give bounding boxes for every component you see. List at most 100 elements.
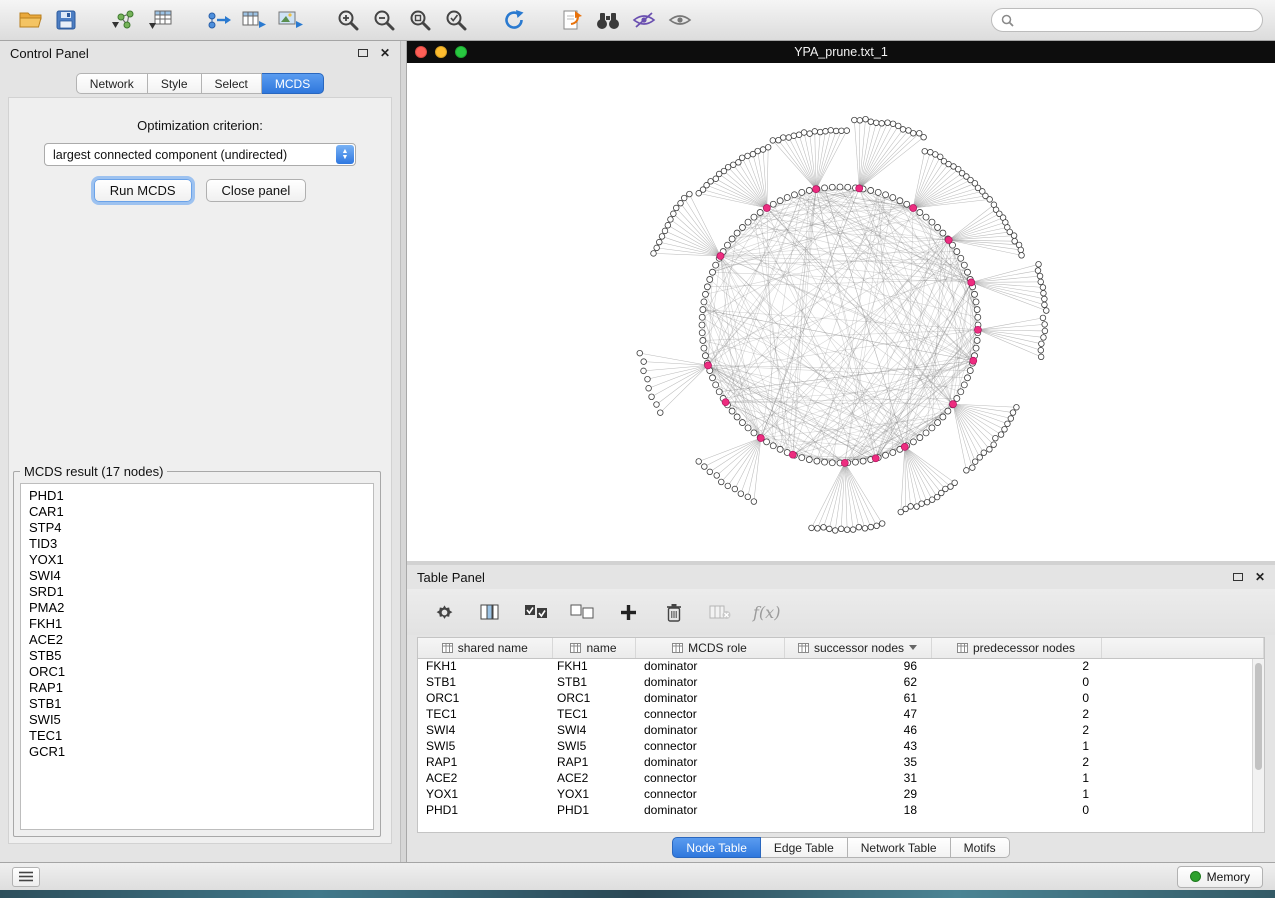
run-mcds-button[interactable]: Run MCDS xyxy=(94,179,192,202)
share-document-button[interactable] xyxy=(554,4,590,36)
zoom-out-button[interactable] xyxy=(366,4,402,36)
scrollbar-thumb[interactable] xyxy=(1255,663,1262,770)
close-panel-button[interactable]: Close panel xyxy=(206,179,307,202)
tab-motifs[interactable]: Motifs xyxy=(951,837,1010,858)
mcds-result-item[interactable]: ACE2 xyxy=(21,632,373,648)
tab-select[interactable]: Select xyxy=(202,73,262,94)
table-row[interactable]: SWI4SWI4dominator462 xyxy=(418,722,1264,738)
column-type-icon xyxy=(672,643,683,653)
tab-edge-table[interactable]: Edge Table xyxy=(761,837,848,858)
global-search-box[interactable] xyxy=(991,8,1263,32)
network-window-titlebar[interactable]: YPA_prune.txt_1 xyxy=(407,41,1275,63)
close-table-panel-icon[interactable]: ✕ xyxy=(1255,572,1265,582)
optimization-criterion-select[interactable]: largest connected component (undirected)… xyxy=(44,143,356,166)
export-table-icon xyxy=(241,9,267,31)
column-header-shared-name[interactable]: shared name xyxy=(418,638,552,658)
zoom-fit-button[interactable] xyxy=(402,4,438,36)
mcds-result-item[interactable]: ORC1 xyxy=(21,664,373,680)
export-network-icon xyxy=(205,9,231,31)
mcds-result-item[interactable]: CAR1 xyxy=(21,504,373,520)
close-panel-icon[interactable]: ✕ xyxy=(380,48,390,58)
mcds-result-title: MCDS result (17 nodes) xyxy=(20,464,167,479)
select-all-button[interactable] xyxy=(523,599,549,625)
gear-icon xyxy=(435,603,454,622)
clear-table-button[interactable] xyxy=(707,599,733,625)
mcds-result-item[interactable]: SWI4 xyxy=(21,568,373,584)
column-header-name[interactable]: name xyxy=(552,638,635,658)
sort-menu-icon[interactable] xyxy=(909,645,917,650)
import-table-button[interactable] xyxy=(142,4,178,36)
zoom-selected-icon xyxy=(445,9,467,31)
export-image-button[interactable] xyxy=(272,4,308,36)
table-row[interactable]: FKH1FKH1dominator962 xyxy=(418,658,1264,674)
table-row[interactable]: STB1STB1dominator620 xyxy=(418,674,1264,690)
float-panel-icon[interactable] xyxy=(358,49,368,57)
tab-style[interactable]: Style xyxy=(148,73,202,94)
table-row[interactable]: SWI5SWI5connector431 xyxy=(418,738,1264,754)
create-column-button[interactable] xyxy=(615,599,641,625)
mcds-result-item[interactable]: GCR1 xyxy=(21,744,373,760)
show-column-button[interactable] xyxy=(477,599,503,625)
zoom-selected-button[interactable] xyxy=(438,4,474,36)
memory-button[interactable]: Memory xyxy=(1177,866,1263,888)
table-row[interactable]: PHD1PHD1dominator180 xyxy=(418,802,1264,818)
memory-status-icon xyxy=(1190,871,1201,882)
table-row[interactable]: RAP1RAP1dominator352 xyxy=(418,754,1264,770)
network-window-title: YPA_prune.txt_1 xyxy=(407,45,1275,59)
show-all-button[interactable] xyxy=(662,4,698,36)
mcds-result-item[interactable]: STB5 xyxy=(21,648,373,664)
table-row[interactable]: YOX1YOX1connector291 xyxy=(418,786,1264,802)
mcds-result-item[interactable]: PHD1 xyxy=(21,488,373,504)
network-canvas[interactable] xyxy=(407,63,1275,561)
plus-icon xyxy=(620,604,637,621)
mcds-result-item[interactable]: STP4 xyxy=(21,520,373,536)
import-network-button[interactable] xyxy=(106,4,142,36)
mcds-result-item[interactable]: RAP1 xyxy=(21,680,373,696)
mcds-result-item[interactable]: SWI5 xyxy=(21,712,373,728)
refresh-view-button[interactable] xyxy=(496,4,532,36)
column-header-predecessor-nodes[interactable]: predecessor nodes xyxy=(931,638,1101,658)
eye-icon xyxy=(668,12,692,29)
mcds-result-item[interactable]: PMA2 xyxy=(21,600,373,616)
table-header-row: shared namenameMCDS rolesuccessor nodesp… xyxy=(418,638,1264,658)
mcds-result-item[interactable]: FKH1 xyxy=(21,616,373,632)
open-session-button[interactable] xyxy=(12,4,48,36)
table-row[interactable]: ACE2ACE2connector311 xyxy=(418,770,1264,786)
column-settings-button[interactable] xyxy=(431,599,457,625)
table-row[interactable]: TEC1TEC1connector472 xyxy=(418,706,1264,722)
hide-selected-button[interactable] xyxy=(626,4,662,36)
panel-menu-button[interactable] xyxy=(12,867,40,887)
trash-icon xyxy=(666,603,682,622)
table-panel: Table Panel ✕ xyxy=(407,565,1275,862)
mcds-result-list[interactable]: PHD1CAR1STP4TID3YOX1SWI4SRD1PMA2FKH1ACE2… xyxy=(20,483,374,830)
tab-mcds[interactable]: MCDS xyxy=(262,73,324,94)
export-network-button[interactable] xyxy=(200,4,236,36)
function-builder-button[interactable]: f(x) xyxy=(753,603,780,622)
search-input[interactable] xyxy=(1020,13,1253,27)
vertical-splitter[interactable] xyxy=(400,41,407,862)
desktop-background xyxy=(0,890,1275,898)
table-scrollbar[interactable] xyxy=(1252,659,1264,832)
save-session-button[interactable] xyxy=(48,4,84,36)
zoom-in-button[interactable] xyxy=(330,4,366,36)
export-table-button[interactable] xyxy=(236,4,272,36)
column-header-MCDS-role[interactable]: MCDS role xyxy=(635,638,784,658)
delete-column-button[interactable] xyxy=(661,599,687,625)
mcds-result-item[interactable]: STB1 xyxy=(21,696,373,712)
mcds-result-item[interactable]: TEC1 xyxy=(21,728,373,744)
search-network-button[interactable] xyxy=(590,4,626,36)
share-document-icon xyxy=(562,9,583,31)
mcds-result-item[interactable]: TID3 xyxy=(21,536,373,552)
column-header-successor-nodes[interactable]: successor nodes xyxy=(784,638,931,658)
control-panel-titlebar: Control Panel ✕ xyxy=(0,41,400,65)
table-body: FKH1FKH1dominator962STB1STB1dominator620… xyxy=(418,658,1264,818)
tab-node-table[interactable]: Node Table xyxy=(672,837,761,858)
float-table-panel-icon[interactable] xyxy=(1233,573,1243,581)
tab-network[interactable]: Network xyxy=(76,73,148,94)
deselect-all-button[interactable] xyxy=(569,599,595,625)
mcds-result-item[interactable]: SRD1 xyxy=(21,584,373,600)
table-row[interactable]: ORC1ORC1dominator610 xyxy=(418,690,1264,706)
mcds-result-item[interactable]: YOX1 xyxy=(21,552,373,568)
tab-network-table[interactable]: Network Table xyxy=(848,837,951,858)
table-toolbar: f(x) xyxy=(407,589,1275,635)
